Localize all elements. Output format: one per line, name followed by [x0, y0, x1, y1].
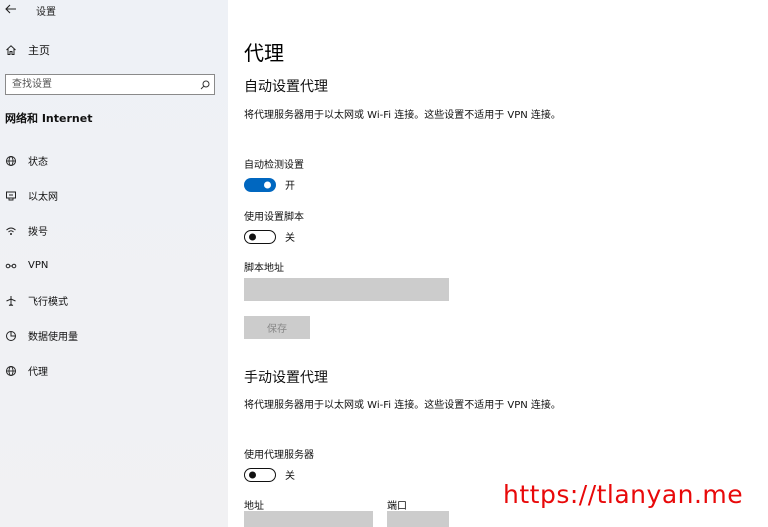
status-globe-icon	[0, 155, 22, 167]
address-label: 地址	[244, 501, 264, 512]
sidebar-item-label: 状态	[28, 157, 48, 168]
home-label: 主页	[28, 44, 50, 57]
sidebar-item-label: VPN	[28, 260, 49, 271]
ethernet-icon	[0, 190, 22, 202]
vpn-icon	[0, 260, 22, 272]
sidebar-item-label: 拨号	[28, 227, 48, 238]
search-input[interactable]	[6, 75, 196, 94]
sidebar-item-label: 飞行模式	[28, 297, 68, 308]
sidebar: 设置 主页 网络和 Internet 状态 以太网	[0, 0, 228, 527]
save-button[interactable]: 保存	[244, 316, 310, 339]
sidebar-item-ethernet[interactable]: 以太网	[0, 178, 228, 213]
use-proxy-state: 关	[285, 471, 295, 482]
auto-detect-label: 自动检测设置	[244, 160, 304, 171]
home-icon	[0, 44, 22, 56]
back-button[interactable]	[0, 0, 22, 20]
use-script-label: 使用设置脚本	[244, 212, 304, 223]
title-bar: 设置	[0, 0, 228, 20]
port-label: 端口	[387, 501, 407, 512]
sidebar-item-dialup[interactable]: 拨号	[0, 213, 228, 248]
script-address-field[interactable]	[244, 278, 449, 301]
dialup-icon	[0, 225, 22, 237]
auto-detect-state: 开	[285, 181, 295, 192]
watermark-text: https://tlanyan.me	[503, 480, 744, 509]
back-arrow-icon	[5, 3, 17, 17]
toggle-knob	[249, 233, 256, 240]
use-script-toggle-row[interactable]: 关	[244, 229, 295, 244]
sidebar-home[interactable]: 主页	[0, 40, 228, 60]
search-box[interactable]	[5, 74, 215, 95]
manual-proxy-heading: 手动设置代理	[244, 370, 328, 386]
toggle-knob	[249, 471, 256, 478]
use-proxy-toggle-row[interactable]: 关	[244, 467, 295, 482]
section-title: 网络和 Internet	[5, 112, 93, 125]
sidebar-item-label: 数据使用量	[28, 332, 78, 343]
script-address-label: 脚本地址	[244, 263, 284, 274]
airplane-icon	[0, 295, 22, 307]
use-proxy-toggle[interactable]	[244, 467, 276, 482]
manual-proxy-description: 将代理服务器用于以太网或 Wi-Fi 连接。这些设置不适用于 VPN 连接。	[244, 400, 561, 411]
use-proxy-label: 使用代理服务器	[244, 450, 314, 461]
sidebar-item-vpn[interactable]: VPN	[0, 248, 228, 283]
sidebar-item-data-usage[interactable]: 数据使用量	[0, 318, 228, 353]
use-script-state: 关	[285, 233, 295, 244]
auto-proxy-heading: 自动设置代理	[244, 79, 328, 95]
sidebar-item-label: 以太网	[28, 192, 58, 203]
sidebar-item-airplane[interactable]: 飞行模式	[0, 283, 228, 318]
data-usage-icon	[0, 330, 22, 342]
app-title: 设置	[36, 6, 56, 18]
page-title: 代理	[244, 41, 284, 65]
address-field[interactable]	[244, 511, 373, 527]
auto-detect-toggle[interactable]	[244, 177, 276, 192]
proxy-globe-icon	[0, 365, 22, 377]
search-icon[interactable]	[196, 80, 214, 90]
port-field[interactable]	[387, 511, 449, 527]
sidebar-item-proxy[interactable]: 代理	[0, 353, 228, 388]
sidebar-nav: 状态 以太网 拨号 VPN 飞行模式 数据使用量 代理	[0, 143, 228, 388]
sidebar-item-label: 代理	[28, 367, 48, 378]
sidebar-item-status[interactable]: 状态	[0, 143, 228, 178]
auto-detect-toggle-row[interactable]: 开	[244, 177, 295, 192]
toggle-knob	[264, 181, 271, 188]
auto-proxy-description: 将代理服务器用于以太网或 Wi-Fi 连接。这些设置不适用于 VPN 连接。	[244, 110, 561, 121]
use-script-toggle[interactable]	[244, 229, 276, 244]
